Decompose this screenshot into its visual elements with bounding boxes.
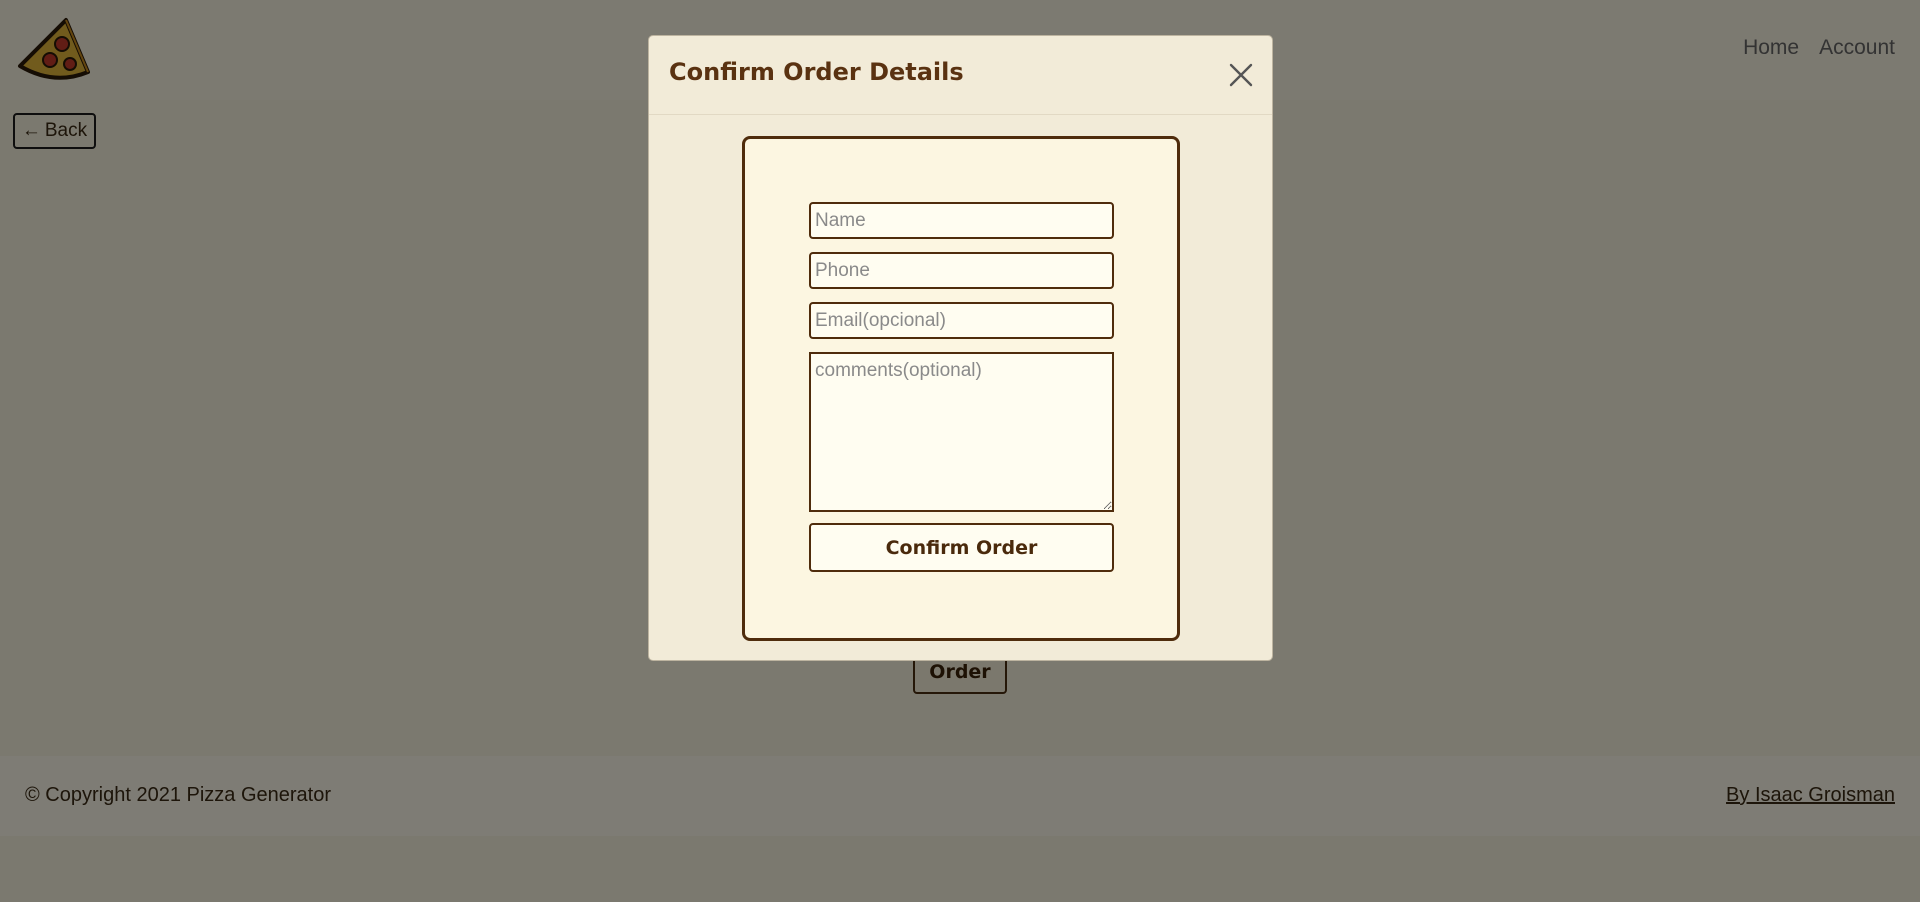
order-form: Confirm Order — [742, 136, 1180, 641]
confirm-order-button[interactable]: Confirm Order — [809, 523, 1114, 572]
close-icon[interactable] — [1226, 60, 1256, 90]
modal-title: Confirm Order Details — [669, 58, 964, 86]
phone-input[interactable] — [809, 252, 1114, 289]
confirm-order-modal: Confirm Order Details Confirm Order — [648, 35, 1273, 661]
modal-header: Confirm Order Details — [649, 36, 1272, 115]
name-input[interactable] — [809, 202, 1114, 239]
comments-textarea[interactable] — [809, 352, 1114, 512]
email-input[interactable] — [809, 302, 1114, 339]
